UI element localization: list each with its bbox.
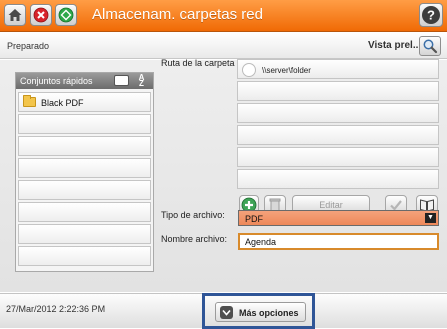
- status-text: Preparado: [7, 41, 50, 51]
- help-button[interactable]: ?: [419, 3, 443, 27]
- start-icon: [58, 7, 74, 23]
- folder-path-item[interactable]: \\server\folder: [237, 59, 439, 79]
- title-bar: Almacenam. carpetas red ?: [0, 0, 447, 32]
- folder-path-text: \\server\folder: [262, 66, 311, 75]
- file-type-select[interactable]: PDF ▼: [238, 210, 439, 226]
- preview-label: Vista prel...: [368, 40, 422, 51]
- page-title: Almacenam. carpetas red: [92, 6, 263, 23]
- quick-set-empty-row: [18, 158, 151, 178]
- folder-path-empty-row: [237, 169, 439, 189]
- more-options-highlight: Más opciones: [202, 293, 315, 329]
- file-name-label: Nombre archivo:: [161, 234, 228, 244]
- edit-label: Editar: [319, 200, 343, 210]
- quick-set-empty-row: [18, 136, 151, 156]
- help-icon: ?: [422, 6, 440, 24]
- chevron-down-icon: [220, 306, 233, 319]
- datetime-text: 27/Mar/2012 2:22:36 PM: [6, 304, 106, 314]
- chevron-down-icon: ▼: [425, 213, 436, 223]
- radio-icon[interactable]: [242, 63, 256, 77]
- folder-path-empty-row: [237, 103, 439, 123]
- quick-set-empty-row: [18, 180, 151, 200]
- home-icon: [8, 9, 22, 21]
- quick-set-empty-row: [18, 114, 151, 134]
- sort-icon[interactable]: A Z: [134, 74, 149, 88]
- quick-sets-panel: Conjuntos rápidos A Z Black PDF: [15, 72, 154, 272]
- quick-sets-header: Conjuntos rápidos A Z: [16, 73, 153, 89]
- svg-text:?: ?: [427, 8, 435, 23]
- quick-set-item[interactable]: Black PDF: [18, 92, 151, 112]
- folder-path-label: Ruta de la carpeta: [161, 58, 235, 68]
- bottom-bar: 27/Mar/2012 2:22:36 PM Más opciones: [0, 293, 447, 329]
- folder-path-empty-row: [237, 125, 439, 145]
- file-type-label: Tipo de archivo:: [161, 210, 225, 220]
- quick-sets-title: Conjuntos rápidos: [20, 76, 93, 86]
- folder-path-empty-row: [237, 147, 439, 167]
- folder-path-empty-row: [237, 81, 439, 101]
- preview-button[interactable]: [419, 36, 441, 56]
- file-type-value: PDF: [245, 214, 263, 224]
- more-options-button[interactable]: Más opciones: [215, 302, 306, 322]
- stop-icon: [33, 7, 49, 23]
- quick-set-label: Black PDF: [41, 98, 84, 108]
- magnifier-icon: [423, 39, 438, 54]
- quick-set-empty-row: [18, 246, 151, 266]
- quick-sets-toggle[interactable]: [114, 75, 129, 86]
- folder-icon: [23, 95, 36, 107]
- more-options-label: Más opciones: [239, 308, 299, 318]
- home-button[interactable]: [4, 4, 26, 26]
- quick-set-empty-row: [18, 224, 151, 244]
- quick-set-empty-row: [18, 202, 151, 222]
- main-panel: Conjuntos rápidos A Z Black PDF Ruta de …: [0, 58, 447, 292]
- file-name-value: Agenda: [245, 237, 277, 247]
- start-button[interactable]: [55, 4, 77, 26]
- status-row: Preparado Vista prel...: [0, 33, 447, 59]
- stop-button[interactable]: [30, 4, 52, 26]
- sort-z: Z: [139, 79, 144, 88]
- file-name-input[interactable]: Agenda: [238, 233, 439, 250]
